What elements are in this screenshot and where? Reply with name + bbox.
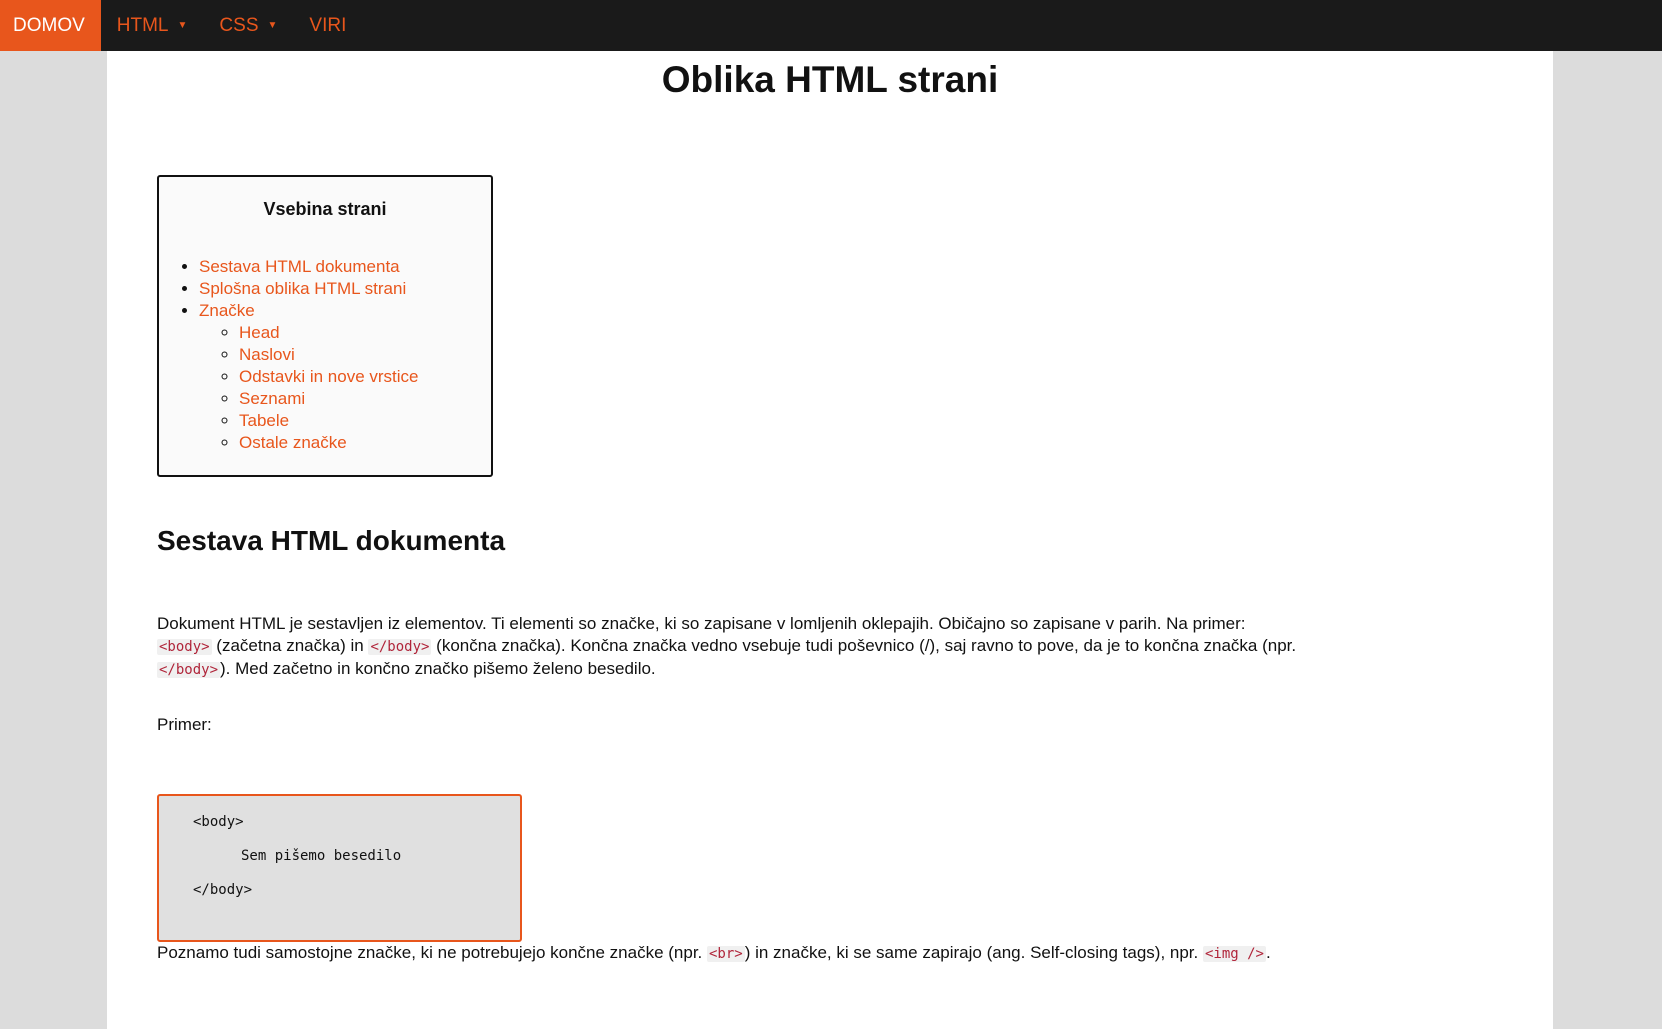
nav-css-dropdown[interactable]: CSS ▼: [203, 0, 293, 51]
intro-text-1: Dokument HTML je sestavljen iz elementov…: [157, 614, 1246, 633]
toc-link-znacke[interactable]: Značke: [199, 301, 255, 320]
inline-code: <br>: [707, 946, 745, 962]
nav-sources[interactable]: VIRI: [293, 0, 362, 51]
intro-text-2: (začetna značka) in: [211, 636, 369, 655]
toc-item: Splošna oblika HTML strani: [199, 278, 491, 300]
inline-code: <img />: [1202, 946, 1266, 962]
page-title: Oblika HTML strani: [661, 59, 999, 100]
toc-link-naslovi[interactable]: Naslovi: [239, 345, 295, 364]
toc-subitem: Naslovi: [239, 344, 491, 366]
self-closing-text-3: .: [1266, 943, 1271, 962]
main-content: Oblika HTML strani Vsebina strani Sestav…: [107, 51, 1553, 1029]
nav-home-label: DOMOV: [13, 14, 85, 36]
toc-link-seznami[interactable]: Seznami: [239, 389, 305, 408]
code-line: <body>: [193, 814, 244, 830]
toc-link-odstavki[interactable]: Odstavki in nove vrstice: [239, 367, 419, 386]
code-example-box: <body> Sem pišemo besedilo </body>: [157, 794, 522, 942]
caret-down-icon: ▼: [177, 20, 188, 31]
code-line: Sem pišemo besedilo: [241, 848, 402, 864]
toc-sublist: Head Naslovi Odstavki in nove vrstice Se…: [199, 322, 491, 454]
nav-html-dropdown[interactable]: HTML ▼: [101, 0, 204, 51]
toc-subitem: Tabele: [239, 410, 491, 432]
toc-link-ostale[interactable]: Ostale značke: [239, 433, 347, 452]
inline-code: <body>: [157, 639, 212, 655]
toc-list: Sestava HTML dokumenta Splošna oblika HT…: [159, 256, 491, 454]
toc-link-splosna-oblika[interactable]: Splošna oblika HTML strani: [199, 279, 406, 298]
toc-link-sestava[interactable]: Sestava HTML dokumenta: [199, 257, 400, 276]
nav-home[interactable]: DOMOV: [0, 0, 101, 51]
top-navbar: DOMOV HTML ▼ CSS ▼ VIRI: [0, 0, 1662, 51]
toc-link-tabele[interactable]: Tabele: [239, 411, 289, 430]
nav-css-label: CSS: [219, 14, 259, 36]
toc-item: Značke Head Naslovi Odstavki in nove vrs…: [199, 300, 491, 454]
table-of-contents: Vsebina strani Sestava HTML dokumenta Sp…: [157, 175, 493, 477]
nav-html-label: HTML: [116, 14, 169, 36]
intro-text-3: (končna značka). Končna značka vedno vse…: [431, 636, 1297, 655]
caret-down-icon: ▼: [267, 20, 278, 31]
toc-item: Sestava HTML dokumenta: [199, 256, 491, 278]
self-closing-text-1: Poznamo tudi samostojne značke, ki ne po…: [157, 943, 707, 962]
code-line: </body>: [193, 882, 253, 898]
toc-title: Vsebina strani: [263, 199, 387, 219]
inline-code: </body>: [368, 639, 432, 655]
toc-subitem: Seznami: [239, 388, 491, 410]
nav-sources-label: VIRI: [309, 14, 347, 36]
self-closing-text-2: ) in značke, ki se same zapirajo (ang. S…: [744, 943, 1203, 962]
section-title: Sestava HTML dokumenta: [157, 525, 506, 556]
toc-link-head[interactable]: Head: [239, 323, 280, 342]
self-closing-paragraph: Poznamo tudi samostojne značke, ki ne po…: [157, 942, 1357, 965]
toc-subitem: Ostale značke: [239, 432, 491, 454]
toc-subitem: Head: [239, 322, 491, 344]
intro-paragraph: Dokument HTML je sestavljen iz elementov…: [157, 613, 1297, 681]
intro-text-4: ). Med začetno in končno značko pišemo ž…: [220, 659, 656, 678]
inline-code: </body>: [157, 662, 221, 678]
toc-subitem: Odstavki in nove vrstice: [239, 366, 491, 388]
example-label: Primer:: [157, 715, 212, 734]
